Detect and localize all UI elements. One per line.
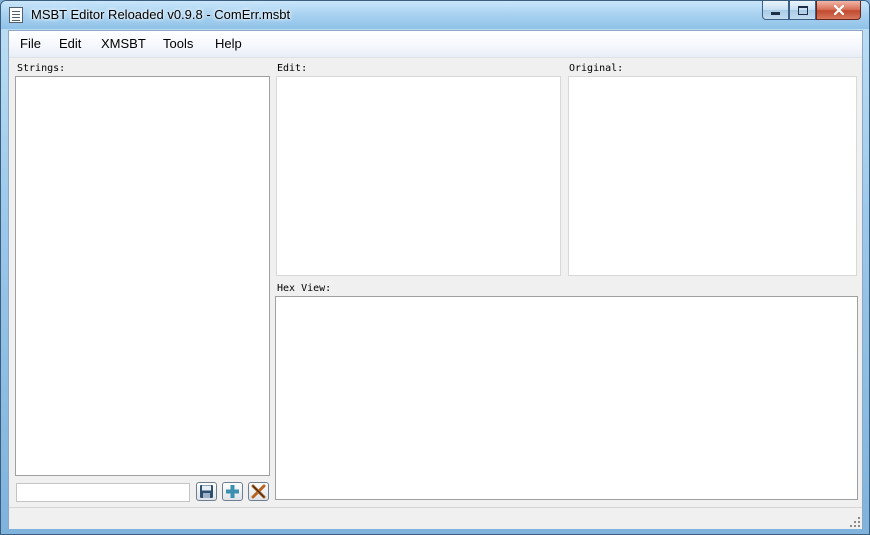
maximize-icon xyxy=(797,5,808,15)
menu-xmsbt[interactable]: XMSBT xyxy=(101,36,146,51)
strings-list[interactable] xyxy=(15,76,270,476)
client-area: File Edit XMSBT Tools Help Strings: Edit… xyxy=(8,30,863,529)
close-icon xyxy=(833,5,844,15)
title-bar[interactable]: MSBT Editor Reloaded v0.9.8 - ComErr.msb… xyxy=(1,1,869,29)
strings-label: Strings: xyxy=(17,63,66,74)
resize-grip[interactable] xyxy=(850,517,860,527)
delete-button[interactable] xyxy=(248,482,269,501)
search-input[interactable] xyxy=(16,483,190,502)
close-button[interactable] xyxy=(816,1,861,20)
add-button[interactable] xyxy=(222,482,243,501)
menu-tools[interactable]: Tools xyxy=(163,36,193,51)
save-button[interactable] xyxy=(196,482,217,501)
app-icon[interactable] xyxy=(9,7,23,23)
minimize-icon xyxy=(771,11,780,15)
edit-label: Edit: xyxy=(277,63,308,74)
add-icon xyxy=(226,485,239,498)
menu-bar: File Edit XMSBT Tools Help xyxy=(9,31,862,58)
delete-icon xyxy=(251,484,266,499)
window-title: MSBT Editor Reloaded v0.9.8 - ComErr.msb… xyxy=(31,7,291,22)
menu-help[interactable]: Help xyxy=(215,36,242,51)
app-window: MSBT Editor Reloaded v0.9.8 - ComErr.msb… xyxy=(0,0,870,535)
edit-textbox[interactable] xyxy=(276,76,561,276)
menu-file[interactable]: File xyxy=(20,36,41,51)
original-textbox[interactable] xyxy=(568,76,857,276)
original-label: Original: xyxy=(569,63,624,74)
hex-view[interactable] xyxy=(275,296,858,500)
maximize-button[interactable] xyxy=(789,1,816,20)
save-icon xyxy=(200,485,213,498)
hex-view-label: Hex View: xyxy=(277,283,332,294)
minimize-button[interactable] xyxy=(762,1,789,20)
menu-edit[interactable]: Edit xyxy=(59,36,81,51)
status-bar xyxy=(9,507,862,529)
